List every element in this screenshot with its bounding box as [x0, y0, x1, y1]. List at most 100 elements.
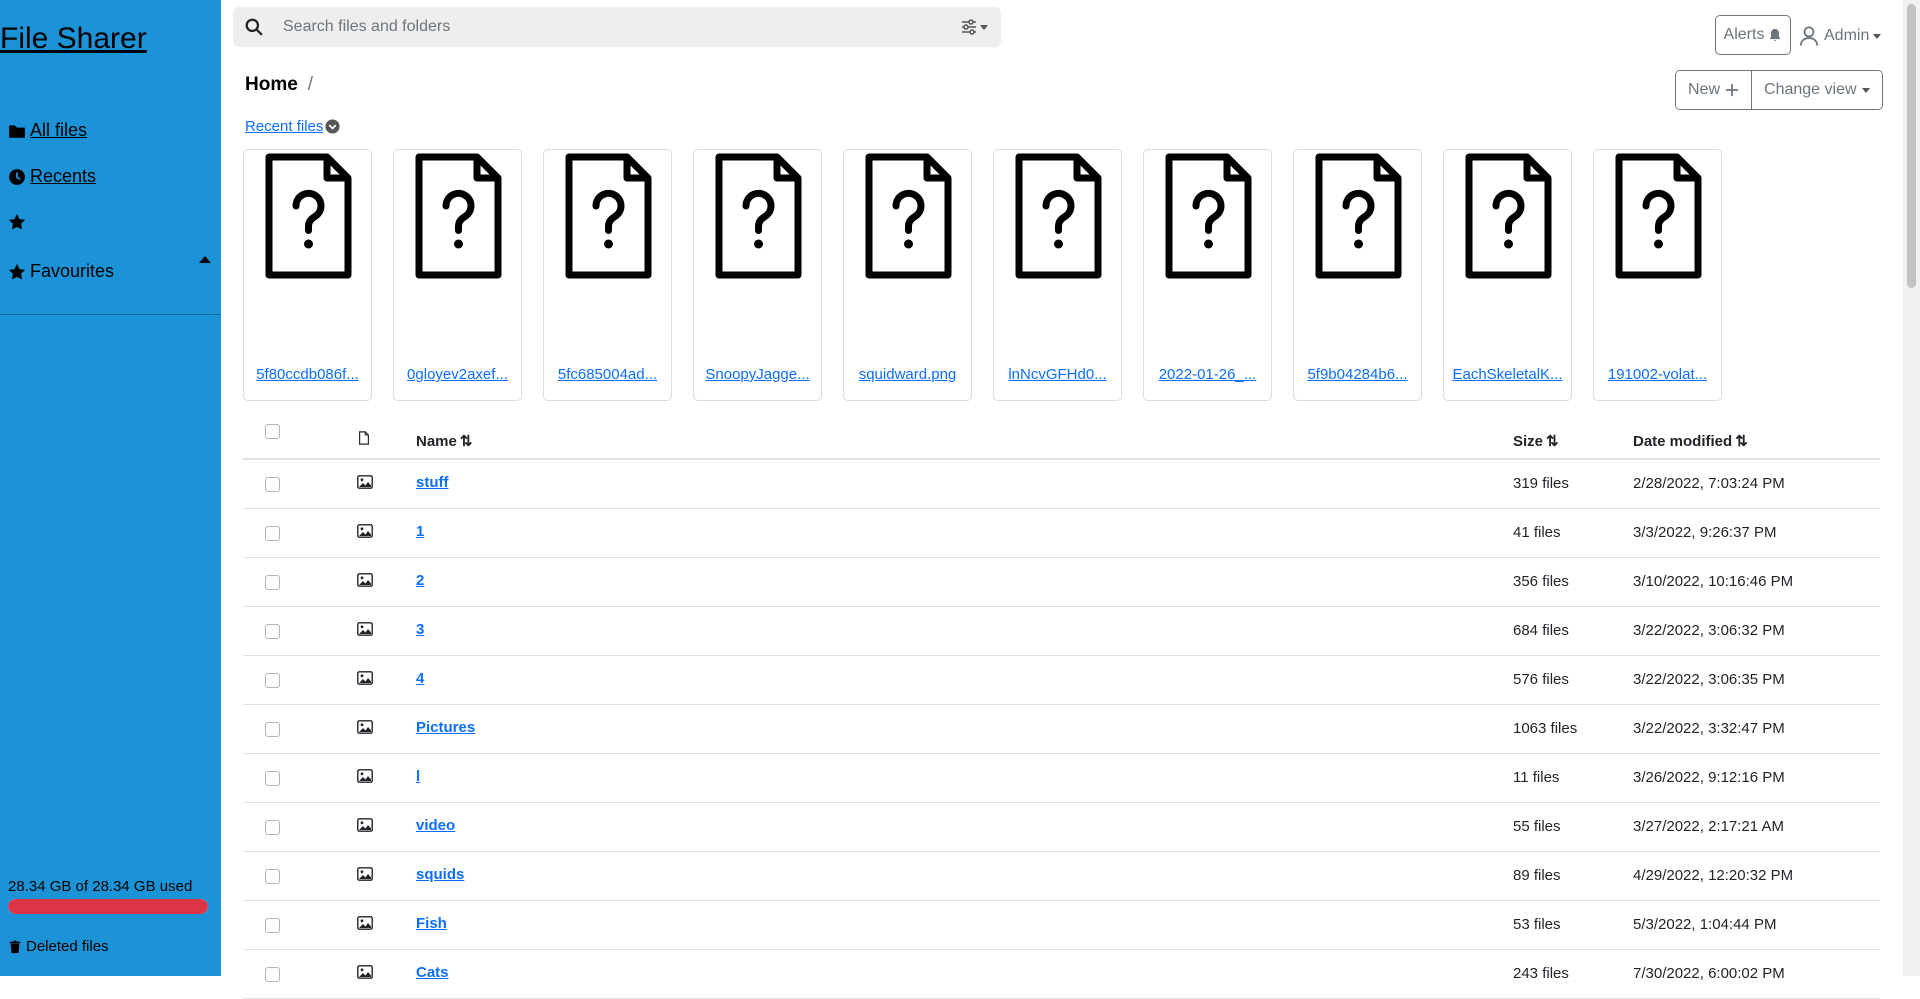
- page-scrollbar[interactable]: [1903, 0, 1920, 976]
- recent-file-name[interactable]: 2022-01-26_...: [1144, 366, 1271, 383]
- user-menu-button[interactable]: Admin: [1798, 22, 1882, 50]
- table-row[interactable]: Pictures 1063 files 3/22/2022, 3:32:47 PM: [243, 705, 1880, 754]
- sidebar-item-all-files[interactable]: All files: [8, 120, 87, 141]
- table-row[interactable]: 1 41 files 3/3/2022, 9:26:37 PM: [243, 509, 1880, 558]
- recent-file-name[interactable]: squidward.png: [844, 366, 971, 383]
- change-view-button[interactable]: Change view: [1751, 71, 1882, 109]
- search-filter-button[interactable]: [960, 18, 992, 36]
- folder-date-modified: 4/29/2022, 12:20:32 PM: [1633, 867, 1794, 884]
- unknown-file-icon: [265, 153, 352, 279]
- folder-size: 243 files: [1513, 965, 1569, 982]
- name-header-label: Name: [416, 432, 457, 450]
- image-icon: [357, 671, 373, 685]
- recent-file-card[interactable]: 5f9b04284b6...: [1293, 149, 1422, 401]
- name-column-header[interactable]: Name ⇅: [416, 432, 472, 451]
- brand-link[interactable]: File Sharer: [0, 22, 147, 56]
- search-input[interactable]: [283, 15, 883, 39]
- new-button[interactable]: New: [1676, 71, 1752, 109]
- sidebar-item-label: Recents: [30, 166, 97, 186]
- row-checkbox[interactable]: [265, 673, 280, 688]
- table-row[interactable]: Fish 53 files 5/3/2022, 1:04:44 PM: [243, 901, 1880, 950]
- folder-name-link[interactable]: 4: [416, 670, 424, 687]
- sidebar-item-label: Favourites: [30, 261, 115, 281]
- collapse-caret-icon[interactable]: [199, 256, 211, 263]
- table-row[interactable]: squids 89 files 4/29/2022, 12:20:32 PM: [243, 852, 1880, 901]
- recent-file-card[interactable]: 191002-volat...: [1593, 149, 1722, 401]
- folder-name-link[interactable]: 2: [416, 572, 424, 589]
- deleted-files-link[interactable]: Deleted files: [8, 938, 109, 955]
- sidebar-item-recents[interactable]: Recents: [8, 166, 96, 187]
- folder-name-link[interactable]: Pictures: [416, 719, 475, 736]
- star-icon: [8, 213, 26, 230]
- folder-name-link[interactable]: 1: [416, 523, 424, 540]
- alerts-button[interactable]: Alerts: [1715, 15, 1791, 55]
- recent-file-name[interactable]: 191002-volat...: [1594, 366, 1721, 383]
- image-icon: [357, 818, 373, 832]
- storage-usage-fill: [8, 899, 208, 914]
- chevron-down-icon: [1861, 87, 1870, 93]
- row-checkbox[interactable]: [265, 820, 280, 835]
- recent-file-card[interactable]: EachSkeletalK...: [1443, 149, 1572, 401]
- folder-name-link[interactable]: Fish: [416, 915, 447, 932]
- recent-file-card[interactable]: 5f80ccdb086f...: [243, 149, 372, 401]
- row-checkbox[interactable]: [265, 722, 280, 737]
- recent-files-toggle[interactable]: Recent files: [245, 118, 340, 135]
- row-checkbox[interactable]: [265, 918, 280, 933]
- folder-size: 89 files: [1513, 867, 1561, 884]
- recent-file-card[interactable]: 0gloyev2axef...: [393, 149, 522, 401]
- recent-file-name[interactable]: 5f80ccdb086f...: [244, 366, 371, 383]
- table-header: Name ⇅ Size ⇅ Date modified ⇅: [243, 418, 1880, 460]
- folder-date-modified: 2/28/2022, 7:03:24 PM: [1633, 475, 1785, 492]
- breadcrumb-home[interactable]: Home: [245, 74, 298, 95]
- folder-name-link[interactable]: l: [416, 768, 420, 785]
- recent-file-name[interactable]: 5fc685004ad...: [544, 366, 671, 383]
- folder-name-link[interactable]: Cats: [416, 964, 449, 981]
- row-checkbox[interactable]: [265, 477, 280, 492]
- recent-file-card[interactable]: 5fc685004ad...: [543, 149, 672, 401]
- recent-file-name[interactable]: 0gloyev2axef...: [394, 366, 521, 383]
- table-row[interactable]: Cats 243 files 7/30/2022, 6:00:02 PM: [243, 950, 1880, 999]
- recent-file-card[interactable]: squidward.png: [843, 149, 972, 401]
- table-row[interactable]: video 55 files 3/27/2022, 2:17:21 AM: [243, 803, 1880, 852]
- folder-size: 356 files: [1513, 573, 1569, 590]
- folder-name-link[interactable]: 3: [416, 621, 424, 638]
- image-icon: [357, 622, 373, 636]
- breadcrumb: Home /: [245, 74, 313, 96]
- select-all-checkbox[interactable]: [265, 424, 280, 439]
- recent-file-name[interactable]: 5f9b04284b6...: [1294, 366, 1421, 383]
- table-row[interactable]: 4 576 files 3/22/2022, 3:06:35 PM: [243, 656, 1880, 705]
- sidebar-item-starred[interactable]: [8, 213, 30, 231]
- row-checkbox[interactable]: [265, 526, 280, 541]
- table-row[interactable]: stuff 319 files 2/28/2022, 7:03:24 PM: [243, 460, 1880, 509]
- table-row[interactable]: 3 684 files 3/22/2022, 3:06:32 PM: [243, 607, 1880, 656]
- folder-name-link[interactable]: stuff: [416, 474, 449, 491]
- recent-file-name[interactable]: SnoopyJagge...: [694, 366, 821, 383]
- folder-date-modified: 3/26/2022, 9:12:16 PM: [1633, 769, 1785, 786]
- recent-file-name[interactable]: EachSkeletalK...: [1444, 366, 1571, 383]
- unknown-file-icon: [1465, 153, 1552, 279]
- image-icon: [357, 965, 373, 979]
- alerts-label: Alerts: [1723, 26, 1765, 43]
- recent-file-name[interactable]: lnNcvGFHd0...: [994, 366, 1121, 383]
- recent-file-card[interactable]: lnNcvGFHd0...: [993, 149, 1122, 401]
- row-checkbox[interactable]: [265, 967, 280, 982]
- toolbar-button-group: New Change view: [1675, 70, 1883, 110]
- folder-name-link[interactable]: video: [416, 817, 455, 834]
- recent-file-card[interactable]: 2022-01-26_...: [1143, 149, 1272, 401]
- bell-icon: [1770, 28, 1781, 41]
- scrollbar-thumb[interactable]: [1907, 4, 1916, 288]
- table-row[interactable]: l 11 files 3/26/2022, 9:12:16 PM: [243, 754, 1880, 803]
- size-column-header[interactable]: Size ⇅: [1513, 432, 1559, 451]
- sidebar-item-favourites[interactable]: Favourites: [8, 261, 114, 282]
- row-checkbox[interactable]: [265, 575, 280, 590]
- folder-name-link[interactable]: squids: [416, 866, 464, 883]
- row-checkbox[interactable]: [265, 624, 280, 639]
- recent-file-card[interactable]: SnoopyJagge...: [693, 149, 822, 401]
- row-checkbox[interactable]: [265, 869, 280, 884]
- date-column-header[interactable]: Date modified ⇅: [1633, 432, 1748, 451]
- sort-icon: ⇅: [1546, 433, 1559, 450]
- table-row[interactable]: 2 356 files 3/10/2022, 10:16:46 PM: [243, 558, 1880, 607]
- star-icon: [8, 263, 26, 279]
- row-checkbox[interactable]: [265, 771, 280, 786]
- folder-date-modified: 3/22/2022, 3:32:47 PM: [1633, 720, 1785, 737]
